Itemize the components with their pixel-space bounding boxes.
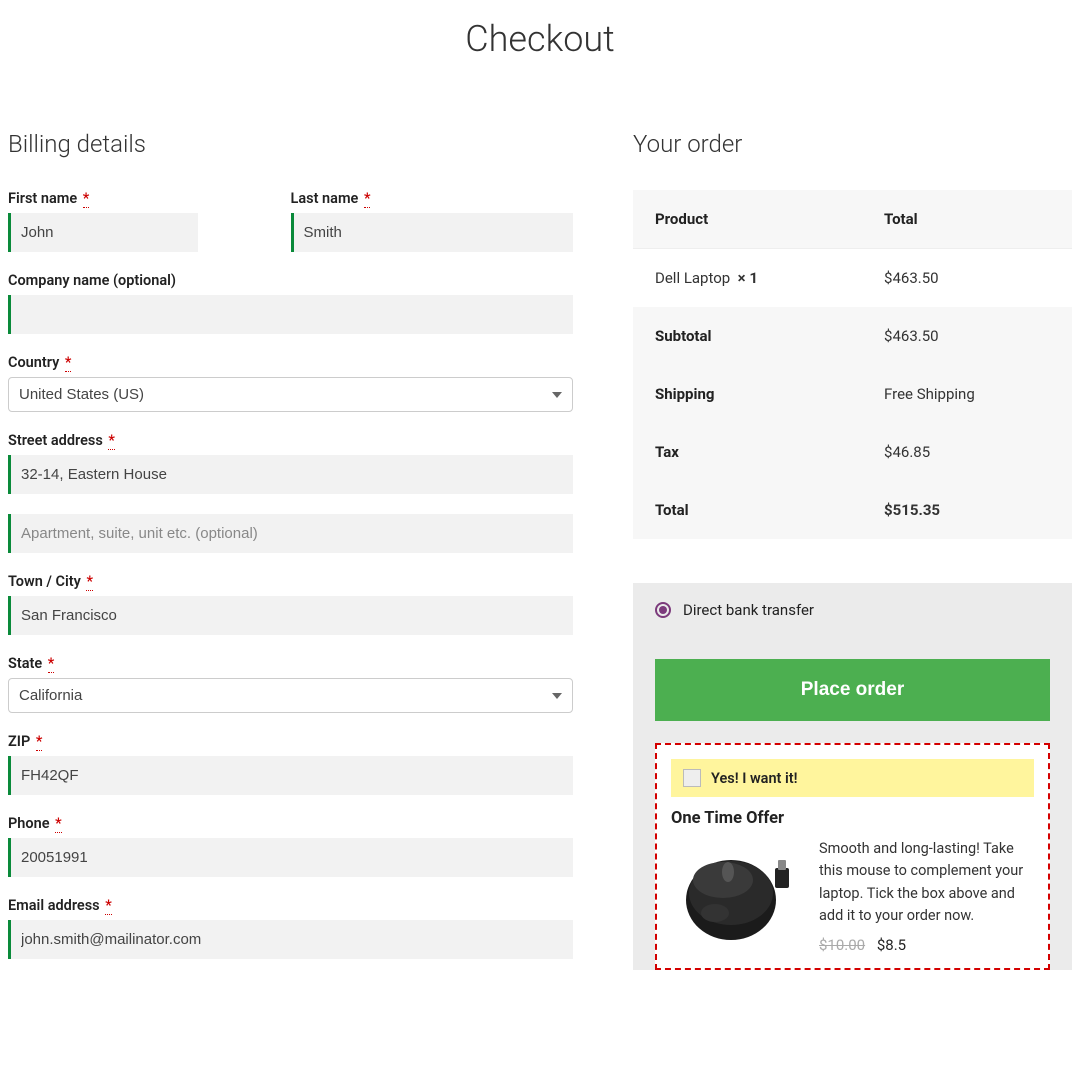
- offer-checkbox-row[interactable]: Yes! I want it!: [671, 759, 1034, 797]
- state-select[interactable]: California: [8, 678, 573, 713]
- zip-label: ZIP *: [8, 733, 573, 750]
- radio-selected-icon: [655, 602, 671, 618]
- offer-product-image: [671, 838, 801, 948]
- item-total: $463.50: [862, 249, 1072, 308]
- address1-field[interactable]: [8, 455, 573, 494]
- place-order-button[interactable]: Place order: [655, 659, 1050, 721]
- first-name-label: First name *: [8, 190, 231, 207]
- first-name-field[interactable]: [8, 213, 198, 252]
- required-mark: *: [65, 354, 72, 372]
- order-shipping-row: Shipping Free Shipping: [633, 365, 1072, 423]
- required-mark: *: [36, 733, 43, 751]
- offer-new-price: $8.5: [877, 936, 906, 954]
- required-mark: *: [55, 815, 62, 833]
- order-heading: Your order: [633, 130, 1072, 158]
- col-product: Product: [633, 190, 862, 249]
- offer-checkbox-label: Yes! I want it!: [711, 770, 798, 787]
- offer-title: One Time Offer: [671, 809, 1034, 828]
- billing-heading: Billing details: [8, 130, 573, 158]
- phone-field[interactable]: [8, 838, 573, 877]
- last-name-label: Last name *: [291, 190, 574, 207]
- offer-checkbox[interactable]: [683, 769, 701, 787]
- offer-price: $10.00 $8.5: [819, 936, 1034, 954]
- one-time-offer: Yes! I want it! One Time Offer: [655, 743, 1050, 970]
- email-field[interactable]: [8, 920, 573, 959]
- email-label: Email address *: [8, 897, 573, 914]
- offer-description: Smooth and long-lasting! Take this mouse…: [819, 838, 1034, 928]
- offer-old-price: $10.00: [819, 936, 865, 954]
- city-field[interactable]: [8, 596, 573, 635]
- required-mark: *: [48, 655, 55, 673]
- item-name: Dell Laptop: [655, 269, 730, 287]
- company-field[interactable]: [8, 295, 573, 334]
- city-label: Town / City *: [8, 573, 573, 590]
- zip-field[interactable]: [8, 756, 573, 795]
- last-name-field[interactable]: [291, 213, 574, 252]
- country-select[interactable]: United States (US): [8, 377, 573, 412]
- required-mark: *: [108, 432, 115, 450]
- order-table: Product Total Dell Laptop × 1 $463.50 Su…: [633, 190, 1072, 539]
- address1-label: Street address *: [8, 432, 573, 449]
- col-total: Total: [862, 190, 1072, 249]
- country-label: Country *: [8, 354, 573, 371]
- address2-field[interactable]: [8, 514, 573, 553]
- order-tax-row: Tax $46.85: [633, 423, 1072, 481]
- page-title: Checkout: [8, 18, 1072, 60]
- required-mark: *: [364, 190, 371, 208]
- item-qty: × 1: [738, 269, 758, 287]
- payment-method-label: Direct bank transfer: [683, 601, 814, 619]
- payment-box: Direct bank transfer Place order Yes! I …: [633, 583, 1072, 970]
- company-label: Company name (optional): [8, 272, 573, 289]
- order-subtotal-row: Subtotal $463.50: [633, 307, 1072, 365]
- required-mark: *: [83, 190, 90, 208]
- required-mark: *: [86, 573, 93, 591]
- payment-method-row[interactable]: Direct bank transfer: [633, 583, 1072, 637]
- order-line-item: Dell Laptop × 1 $463.50: [633, 249, 1072, 308]
- state-label: State *: [8, 655, 573, 672]
- order-total-row: Total $515.35: [633, 481, 1072, 539]
- phone-label: Phone *: [8, 815, 573, 832]
- required-mark: *: [105, 897, 112, 915]
